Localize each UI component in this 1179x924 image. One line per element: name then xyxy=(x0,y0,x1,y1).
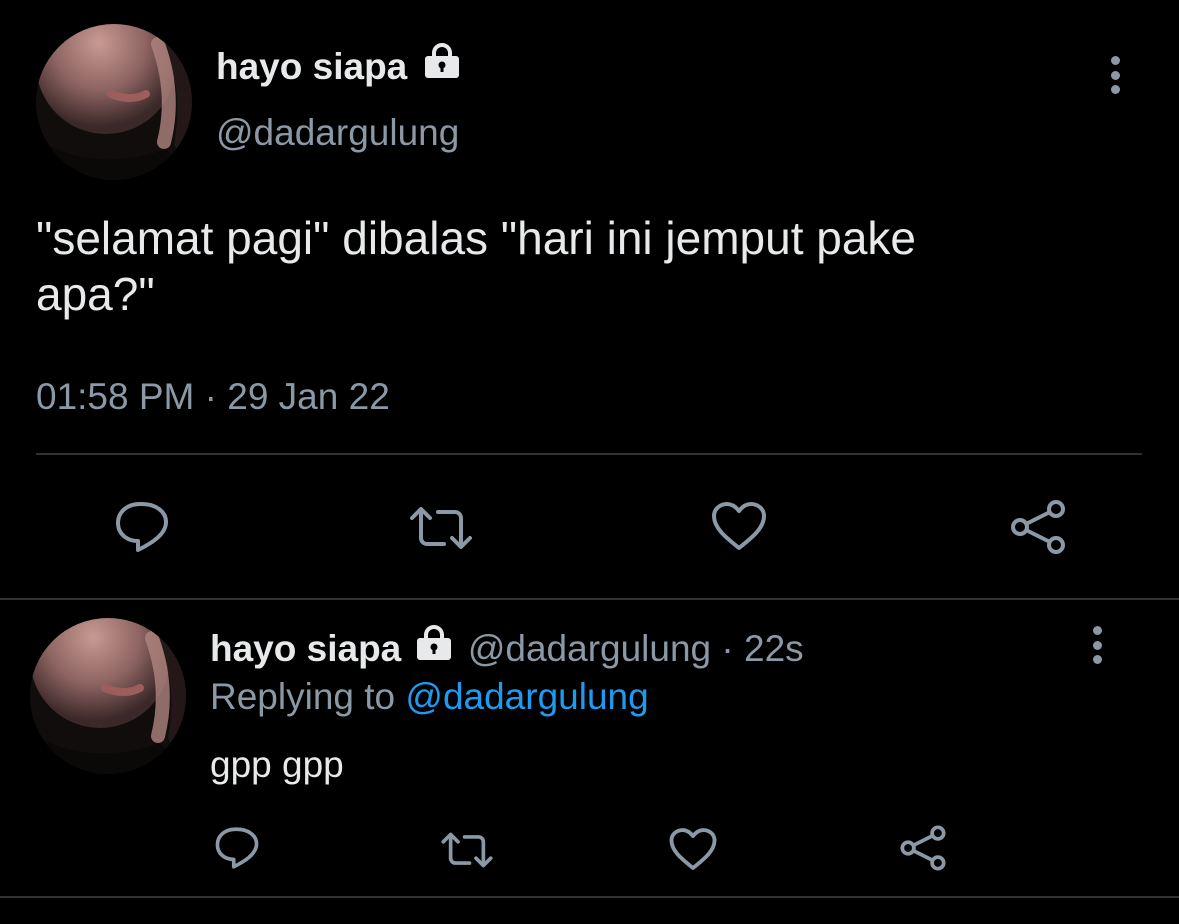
share-icon[interactable] xyxy=(898,824,948,872)
lock-icon xyxy=(414,624,454,672)
reply-text: gpp gpp xyxy=(210,744,344,785)
reply-handle[interactable]: @dadargulung xyxy=(468,628,711,669)
main-avatar[interactable] xyxy=(36,24,192,180)
tweet-text: "selamat pagi" dibalas "hari ini jemput … xyxy=(36,210,916,322)
lock-icon xyxy=(422,42,462,90)
reply-age[interactable]: 22s xyxy=(744,628,804,669)
replying-to-link[interactable]: @dadargulung xyxy=(405,676,648,717)
retweet-icon[interactable] xyxy=(408,504,474,552)
tweet-text-line: "selamat pagi" dibalas "hari ini jemput … xyxy=(36,212,917,264)
reply-icon[interactable] xyxy=(214,826,260,870)
more-vertical-icon[interactable] xyxy=(1088,626,1106,664)
retweet-icon[interactable] xyxy=(440,830,494,870)
reply-icon[interactable] xyxy=(114,500,170,554)
heart-icon[interactable] xyxy=(668,826,718,872)
reply-header: hayo siapa @dadargulung · 22s xyxy=(210,624,804,672)
heart-icon[interactable] xyxy=(710,500,768,552)
share-icon[interactable] xyxy=(1008,498,1068,556)
replying-to: Replying to @dadargulung xyxy=(210,674,649,720)
reply-display-name[interactable]: hayo siapa xyxy=(210,628,401,669)
divider xyxy=(0,896,1179,898)
separator-dot: · xyxy=(721,628,734,669)
replying-to-label: Replying to xyxy=(210,676,396,717)
reply-avatar[interactable] xyxy=(30,618,186,774)
main-handle[interactable]: @dadargulung xyxy=(216,110,459,156)
divider xyxy=(36,453,1142,455)
more-vertical-icon[interactable] xyxy=(1106,56,1124,94)
display-name-text: hayo siapa xyxy=(216,46,408,87)
tweet-text-line: apa?" xyxy=(36,268,155,320)
divider xyxy=(0,598,1179,600)
main-display-name[interactable]: hayo siapa xyxy=(216,42,462,90)
tweet-timestamp[interactable]: 01:58 PM · 29 Jan 22 xyxy=(36,374,390,420)
